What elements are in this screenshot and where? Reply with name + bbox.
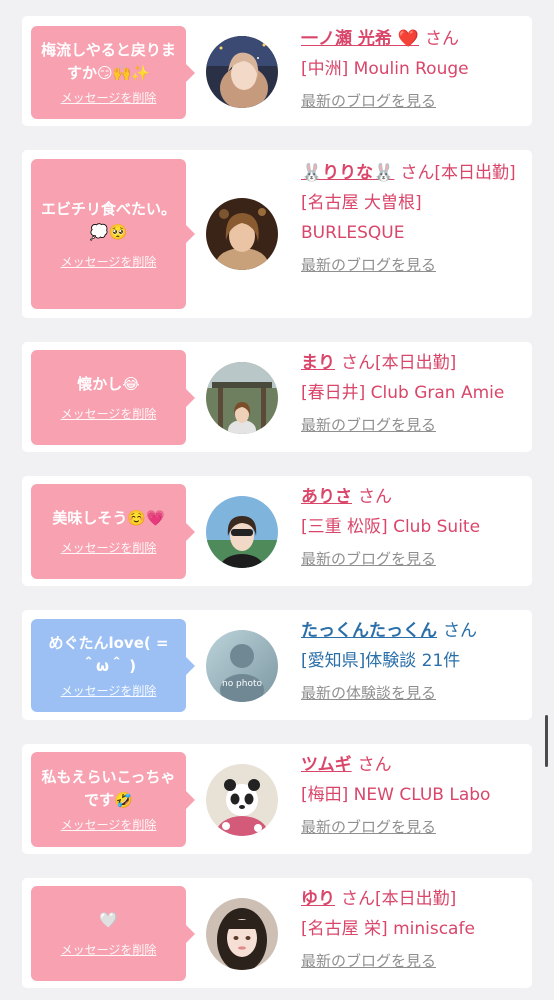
delete-message-link[interactable]: メッセージを削除 (61, 253, 157, 270)
honorific-label: さん (443, 621, 477, 641)
scrollbar[interactable] (545, 715, 548, 767)
honorific-label: さん[本日出勤] (341, 889, 457, 909)
message-bubble: エビチリ食べたい。💭🥺 メッセージを削除 (31, 159, 195, 309)
latest-blog-link[interactable]: 最新のブログを見る (301, 414, 526, 436)
honorific-label: さん (358, 487, 392, 507)
cast-info: 一ノ瀬 光希 ❤️ さん [中洲] Moulin Rouge 最新のブログを見る (301, 24, 526, 112)
latest-blog-link[interactable]: 最新のブログを見る (301, 90, 526, 112)
avatar[interactable] (206, 496, 278, 568)
message-bubble: 私もえらいこっちゃです🤣 メッセージを削除 (31, 752, 195, 847)
message-text: 美味しそう☺️💗 (52, 509, 165, 527)
shop-label: [春日井] Club Gran Amie (301, 383, 505, 403)
delete-message-link[interactable]: メッセージを削除 (61, 816, 157, 833)
avatar[interactable]: no photo (206, 630, 278, 702)
reviewer-name-link[interactable]: たっくんたっくん (301, 621, 437, 641)
cast-name-link[interactable]: ゆり (301, 889, 335, 909)
message-bubble: めぐたんlove( = ＾ω＾ ) メッセージを削除 (31, 619, 195, 712)
cast-info: ありさ さん [三重 松阪] Club Suite 最新のブログを見る (301, 482, 526, 570)
message-card: 懐かし😂 メッセージを削除 まり さん[本日出勤] [春日井] Club Gra… (22, 342, 532, 452)
message-text: 私もえらいこっちゃです🤣 (41, 768, 176, 809)
no-photo-label: no photo (222, 679, 263, 689)
cast-name-link[interactable]: ツムギ (301, 755, 352, 775)
honorific-label: さん (357, 755, 392, 775)
latest-review-link[interactable]: 最新の体験談を見る (301, 682, 526, 704)
cast-name-link[interactable]: 🐰りりな🐰 (301, 163, 394, 183)
cast-info: たっくんたっくん さん [愛知県]体験談 21件 最新の体験談を見る (301, 616, 526, 704)
honorific-label: さん[本日出勤] (341, 353, 457, 373)
message-card: 美味しそう☺️💗 メッセージを削除 ありさ さん [三重 松阪] Club Sui… (22, 476, 532, 586)
delete-message-link[interactable]: メッセージを削除 (61, 682, 157, 699)
latest-blog-link[interactable]: 最新のブログを見る (301, 254, 526, 276)
message-card: めぐたんlove( = ＾ω＾ ) メッセージを削除 no photo たっくん… (22, 610, 532, 720)
avatar[interactable] (206, 898, 278, 970)
avatar[interactable] (206, 362, 278, 434)
message-text: 懐かし😂 (77, 375, 140, 393)
message-card: 🤍 メッセージを削除 ゆり さん[本日出勤] [名古屋 栄] miniscafe… (22, 878, 532, 988)
delete-message-link[interactable]: メッセージを削除 (61, 89, 157, 106)
cast-info: ゆり さん[本日出勤] [名古屋 栄] miniscafe 最新のブログを見る (301, 884, 526, 972)
avatar[interactable] (206, 764, 278, 836)
avatar[interactable] (206, 36, 278, 108)
shop-label: [名古屋 栄] miniscafe (301, 919, 475, 939)
message-bubble: 懐かし😂 メッセージを削除 (31, 350, 195, 445)
latest-blog-link[interactable]: 最新のブログを見る (301, 950, 526, 972)
avatar[interactable] (206, 198, 278, 270)
message-text: めぐたんlove( = ＾ω＾ ) (48, 634, 169, 675)
message-list-page: 梅流しやると戻りますか😏🙌✨ メッセージを削除 一ノ瀬 光希 ❤️ さん [中洲… (0, 0, 554, 1000)
latest-blog-link[interactable]: 最新のブログを見る (301, 548, 526, 570)
shop-label: [中洲] Moulin Rouge (301, 59, 469, 79)
message-card: エビチリ食べたい。💭🥺 メッセージを削除 🐰りりな🐰さん[本日出勤] [名古屋 (22, 150, 532, 318)
message-card: 私もえらいこっちゃです🤣 メッセージを削除 ツムギ さん [梅田] NEW CL… (22, 744, 532, 854)
cast-name-link[interactable]: 一ノ瀬 光希 ❤️ (301, 29, 419, 49)
message-text: 🤍 (99, 911, 118, 929)
shop-label: [三重 松阪] Club Suite (301, 517, 481, 537)
cast-name-link[interactable]: ありさ (301, 487, 352, 507)
delete-message-link[interactable]: メッセージを削除 (61, 405, 157, 422)
message-bubble: 美味しそう☺️💗 メッセージを削除 (31, 484, 195, 579)
cast-info: まり さん[本日出勤] [春日井] Club Gran Amie 最新のブログを見… (301, 348, 526, 436)
message-text: エビチリ食べたい。💭🥺 (40, 200, 176, 241)
review-count-label: [愛知県]体験談 21件 (301, 651, 461, 671)
shop-label: [梅田] NEW CLUB Labo (301, 785, 491, 805)
honorific-label: さん[本日出勤] (400, 163, 516, 183)
message-text: 梅流しやると戻りますか😏🙌✨ (41, 41, 176, 82)
cast-info: 🐰りりな🐰 さん[本日出勤] [名古屋 大曽根] BURLESQUE 最新のブログ… (301, 158, 526, 276)
honorific-label: さん (425, 29, 460, 49)
delete-message-link[interactable]: メッセージを削除 (61, 941, 157, 958)
message-card: 梅流しやると戻りますか😏🙌✨ メッセージを削除 一ノ瀬 光希 ❤️ さん [中洲… (22, 16, 532, 126)
message-bubble: 🤍 メッセージを削除 (31, 886, 195, 981)
cast-name-link[interactable]: まり (301, 353, 335, 373)
delete-message-link[interactable]: メッセージを削除 (61, 539, 157, 556)
message-bubble: 梅流しやると戻りますか😏🙌✨ メッセージを削除 (31, 26, 195, 119)
shop-label: [名古屋 大曽根] BURLESQUE (301, 193, 422, 243)
latest-blog-link[interactable]: 最新のブログを見る (301, 816, 526, 838)
cast-info: ツムギ さん [梅田] NEW CLUB Labo 最新のブログを見る (301, 750, 526, 838)
